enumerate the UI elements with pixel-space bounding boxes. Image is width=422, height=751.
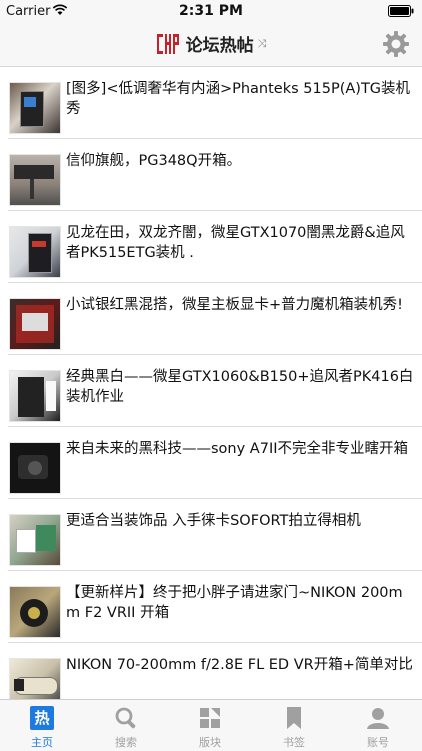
page-title: 论坛热帖 [185,36,254,56]
search-icon [115,707,136,729]
tab-label: 版块 [199,736,221,749]
post-row[interactable]: 信仰旗舰，PG348Q开箱。 [0,139,422,210]
status-time: 2:31 PM [179,3,243,19]
tab-home[interactable]: 热 主页 [0,700,84,751]
post-row[interactable]: [图多]<低调奢华有内涵>Phanteks 515P(A)TG装机秀 [0,67,422,138]
post-list[interactable]: [图多]<低调奢华有内涵>Phanteks 515P(A)TG装机秀 信仰旗舰，… [0,67,422,699]
nav-title-group: 论坛热帖 ⤨ [0,31,422,56]
tab-sections[interactable]: 版块 [168,700,252,751]
post-title: [图多]<低调奢华有内涵>Phanteks 515P(A)TG装机秀 [66,81,411,117]
chiphell-logo-icon [156,33,179,54]
post-thumbnail [9,370,61,422]
status-bar: Carrier 2:31 PM [0,0,422,22]
gear-icon[interactable] [382,30,410,58]
tab-label: 搜索 [115,736,137,749]
tab-account[interactable]: 账号 [336,700,420,751]
post-thumbnail [9,658,61,699]
bookmark-icon [287,707,301,729]
tab-bar: 热 主页 搜索 版块 书签 账号 [0,699,422,751]
post-title: 见龙在田，双龙齐闇，微星GTX1070闇黑龙爵&追风者PK515ETG装机 . [66,225,405,261]
post-thumbnail [9,154,61,206]
post-title: 来自未来的黑科技——sony A7II不完全非专业瞎开箱 [66,441,409,457]
post-row[interactable]: 来自未来的黑科技——sony A7II不完全非专业瞎开箱 [0,427,422,498]
post-row[interactable]: 小试银红黑混搭，微星主板显卡+普力魔机箱装机秀! [0,283,422,354]
post-thumbnail [9,586,61,638]
navigation-bar: 论坛热帖 ⤨ [0,22,422,67]
post-thumbnail [9,514,61,566]
post-thumbnail [9,442,61,494]
post-title: 小试银红黑混搭，微星主板显卡+普力魔机箱装机秀! [66,297,403,313]
tab-label: 账号 [367,736,389,749]
tab-bookmarks[interactable]: 书签 [252,700,336,751]
tab-search[interactable]: 搜索 [84,700,168,751]
post-row[interactable]: NIKON 70-200mm f/2.8E FL ED VR开箱+简单对比 [0,643,422,699]
tab-label: 主页 [31,736,53,749]
account-icon [367,708,389,729]
post-title: 更适合当装饰品 入手徕卡SOFORT拍立得相机 [66,513,361,529]
hot-icon: 热 [30,706,54,730]
post-row[interactable]: 见龙在田，双龙齐闇，微星GTX1070闇黑龙爵&追风者PK515ETG装机 . [0,211,422,282]
post-row[interactable]: 【更新样片】终于把小胖子请进家门~NIKON 200mm F2 VRII 开箱 [0,571,422,642]
battery-icon [388,5,414,17]
post-thumbnail [9,298,61,350]
post-row[interactable]: 更适合当装饰品 入手徕卡SOFORT拍立得相机 [0,499,422,570]
post-title: 信仰旗舰，PG348Q开箱。 [66,153,242,169]
post-thumbnail [9,82,61,134]
sections-icon [200,708,220,728]
post-thumbnail [9,226,61,278]
tab-label: 书签 [283,736,305,749]
post-title: 【更新样片】终于把小胖子请进家门~NIKON 200mm F2 VRII 开箱 [66,585,403,621]
post-title: NIKON 70-200mm f/2.8E FL ED VR开箱+简单对比 [66,657,413,673]
shuffle-icon[interactable]: ⤨ [258,37,267,51]
post-row[interactable]: 经典黑白——微星GTX1060&B150+追风者PK416白 装机作业 [0,355,422,426]
post-title: 经典黑白——微星GTX1060&B150+追风者PK416白 装机作业 [66,369,414,405]
